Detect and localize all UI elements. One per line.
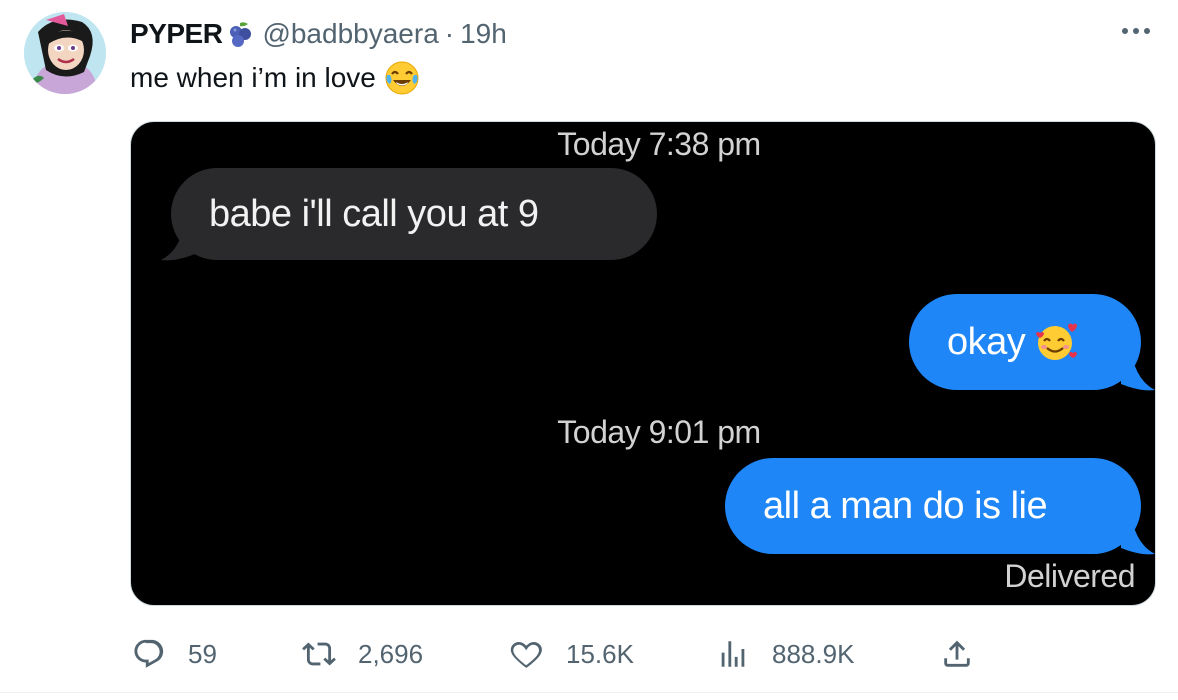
message-timestamp: Today 9:01 pm: [557, 414, 761, 450]
message-timestamp: Today 7:38 pm: [557, 126, 761, 162]
tweet-text-content: me when i’m in love: [130, 62, 376, 93]
outgoing-message-bubble: okay: [909, 294, 1141, 390]
display-name[interactable]: PYPER: [130, 18, 223, 50]
more-options-icon[interactable]: [1118, 18, 1154, 44]
reply-count: 59: [188, 638, 217, 669]
media-image[interactable]: Today 7:38 pm babe i'll call you at 9 ok…: [130, 121, 1156, 606]
share-icon: [940, 637, 974, 671]
heart-icon: [510, 637, 544, 671]
incoming-message-text: babe i'll call you at 9: [209, 192, 539, 235]
avatar[interactable]: [24, 12, 106, 94]
reply-icon: [132, 637, 166, 671]
like-count: 15.6K: [566, 638, 634, 669]
outgoing-message-text: okay: [947, 320, 1026, 363]
tweet-actions: 59 2,696 15.6K 888.9K: [132, 634, 982, 674]
delivered-status: Delivered: [1004, 558, 1135, 594]
divider: [0, 692, 1178, 693]
user-handle[interactable]: @badbbyaera: [262, 18, 438, 50]
bar-chart-icon: [716, 637, 750, 671]
retweet-button[interactable]: 2,696: [302, 634, 423, 674]
tweet-text: me when i’m in love: [130, 58, 420, 98]
views-button[interactable]: 888.9K: [716, 634, 854, 674]
view-count: 888.9K: [772, 638, 855, 669]
blueberries-emoji-icon: [226, 20, 254, 48]
tweet[interactable]: PYPER @badbbyaera · 19h me when i’m in l…: [0, 0, 1178, 700]
reply-button[interactable]: 59: [132, 634, 217, 674]
outgoing-message-bubble: all a man do is lie: [725, 458, 1141, 554]
like-button[interactable]: 15.6K: [510, 634, 634, 674]
retweet-icon: [302, 637, 336, 671]
tweet-header: PYPER @badbbyaera · 19h: [130, 14, 507, 54]
smiling-face-with-hearts-icon: [1035, 321, 1078, 363]
share-button[interactable]: [940, 634, 996, 674]
separator-dot: ·: [444, 18, 455, 49]
incoming-message-bubble: babe i'll call you at 9: [171, 168, 657, 260]
tweet-time[interactable]: 19h: [460, 18, 507, 50]
face-with-tears-of-joy-icon: [384, 60, 420, 96]
retweet-count: 2,696: [358, 638, 424, 669]
outgoing-message-text: all a man do is lie: [763, 484, 1048, 527]
